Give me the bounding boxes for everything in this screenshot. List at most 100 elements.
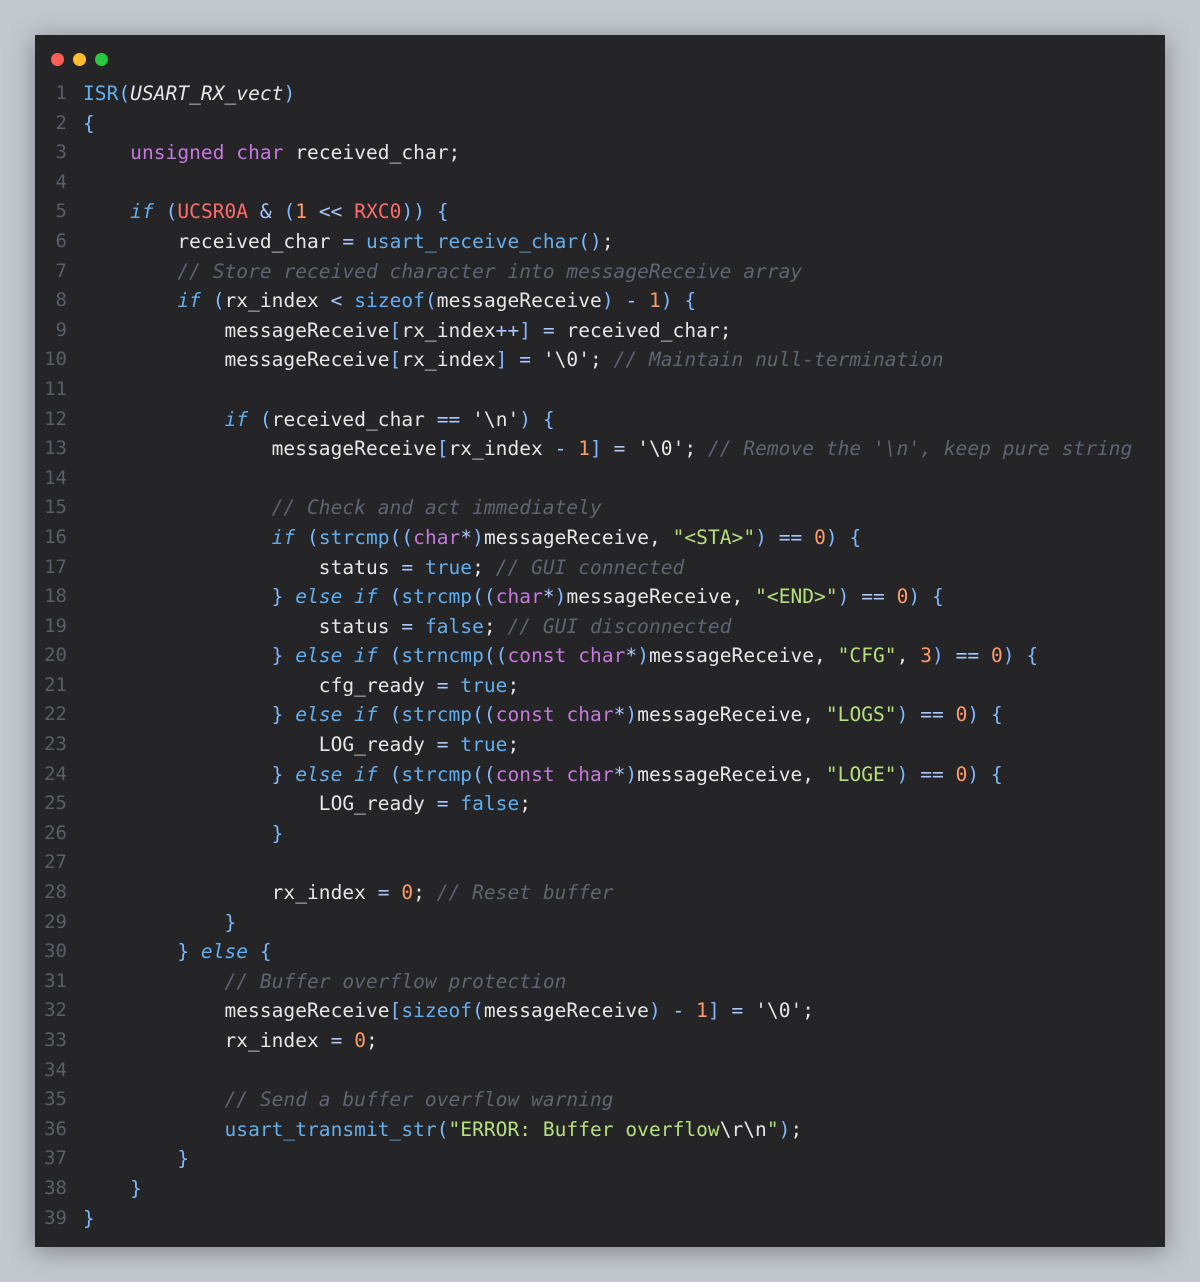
code-token: }: [177, 940, 190, 964]
code-line: 29 }: [35, 908, 1165, 938]
code-token: messageReceive: [83, 318, 390, 342]
code-token: (: [165, 200, 178, 224]
code-line: 13 messageReceive[rx_index - 1] = '\0'; …: [35, 434, 1165, 464]
code-token: messageReceive,: [483, 525, 673, 549]
code-token: "ERROR: Buffer overflow: [448, 1117, 720, 1141]
line-number: 28: [44, 881, 67, 904]
code-token: ==: [861, 585, 885, 609]
code-token: ]: [707, 999, 720, 1023]
code-token: ;: [790, 1117, 803, 1141]
code-text: messageReceive[rx_index++] = received_ch…: [83, 316, 732, 346]
code-token: *: [625, 644, 638, 668]
code-token: '\0';: [625, 437, 708, 461]
code-token: (: [472, 999, 484, 1023]
code-token: rx_index: [448, 437, 555, 461]
code-token: }: [271, 762, 284, 786]
code-token: ): [554, 585, 567, 609]
code-token: }: [271, 821, 284, 845]
close-window-button[interactable]: [51, 53, 64, 66]
code-token: ): [625, 703, 638, 727]
code-token: char: [236, 141, 284, 165]
code-token: strcmp: [401, 585, 473, 609]
line-number: 21: [44, 673, 67, 696]
code-token: '\n': [460, 407, 520, 431]
maximize-window-button[interactable]: [95, 53, 108, 66]
code-line: 27: [35, 848, 1165, 878]
code-line: 3 unsigned char received_char;: [35, 138, 1165, 168]
code-token: ": [766, 1117, 779, 1141]
code-token: ((: [483, 644, 508, 668]
code-line: 17 status = true; // GUI connected: [35, 553, 1165, 583]
code-token: 0: [955, 703, 968, 727]
code-token: rx_index: [83, 1029, 331, 1052]
code-token: ): [896, 762, 909, 786]
code-token: }: [83, 1206, 95, 1230]
code-token: if: [271, 525, 296, 549]
code-text: } else if (strncmp((const char*)messageR…: [83, 641, 1038, 671]
code-token: "LOGS": [825, 703, 897, 727]
line-number: 6: [55, 229, 67, 252]
code-token: 0: [896, 585, 909, 609]
code-token: messageReceive: [83, 348, 390, 372]
code-token: ): [908, 585, 921, 609]
line-number: 5: [55, 200, 67, 223]
code-token: strncmp: [401, 644, 484, 668]
code-token: =: [436, 673, 449, 697]
code-line: 12 if (received_char == '\n') {: [35, 405, 1165, 435]
minimize-window-button[interactable]: [73, 53, 86, 66]
code-text: }: [83, 1174, 142, 1204]
code-token: }: [224, 910, 237, 934]
code-text: // Check and act immediately: [83, 493, 602, 523]
line-number: 16: [44, 525, 67, 548]
code-token: '\0';: [531, 348, 614, 372]
code-token: strcmp: [401, 703, 473, 727]
code-token: received_char;: [554, 318, 732, 342]
code-token: ): [283, 82, 296, 105]
code-token: "<END>": [755, 585, 838, 609]
code-line: 20 } else if (strncmp((const char*)messa…: [35, 641, 1165, 671]
code-text: received_char = usart_receive_char();: [83, 227, 614, 257]
line-number: 15: [44, 496, 67, 519]
code-token: // Buffer overflow protection: [224, 969, 567, 993]
code-token: ): [637, 644, 649, 668]
code-token: =: [330, 1029, 343, 1052]
line-number: 29: [44, 910, 67, 933]
code-token: messageReceive,: [637, 762, 826, 786]
code-token: ;: [413, 881, 437, 905]
code-token: ): [825, 525, 838, 549]
code-token: ): [601, 289, 614, 313]
code-line: 6 received_char = usart_receive_char();: [35, 227, 1165, 257]
code-token: char: [566, 703, 614, 727]
code-token: rx_index: [401, 348, 496, 372]
code-token: unsigned: [130, 141, 225, 165]
line-number: 17: [44, 555, 67, 578]
code-token: (: [389, 644, 402, 668]
code-text: LOG_ready = true;: [83, 730, 519, 760]
code-token: messageReceive: [483, 999, 649, 1023]
line-number: 26: [44, 821, 67, 844]
code-token: *: [542, 585, 555, 609]
code-text: }: [83, 1204, 95, 1234]
code-line: 26 }: [35, 819, 1165, 849]
